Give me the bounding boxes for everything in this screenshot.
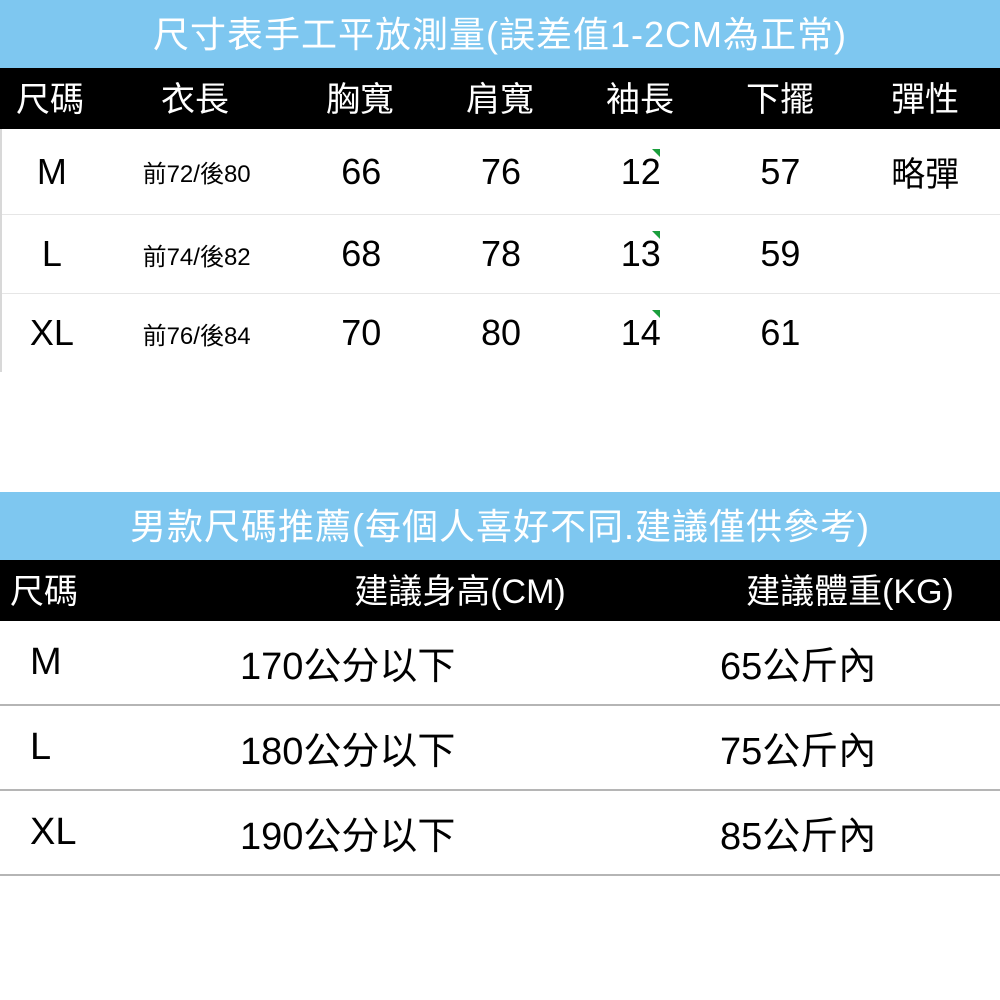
cell-weight: 65公斤內 <box>700 635 1000 690</box>
cell-shoulder: 80 <box>431 312 571 354</box>
rec-table-title: 男款尺碼推薦(每個人喜好不同.建議僅供參考) <box>0 492 1000 560</box>
cell-size: XL <box>0 811 220 854</box>
size-table-title: 尺寸表手工平放測量(誤差值1-2CM為正常) <box>0 0 1000 68</box>
cell-hem: 57 <box>711 151 851 193</box>
size-table-header: 尺碼 衣長 胸寬 肩寬 袖長 下擺 彈性 <box>0 68 1000 129</box>
cell-weight: 85公斤內 <box>700 805 1000 860</box>
col-header: 袖長 <box>570 72 710 121</box>
cell-shoulder: 78 <box>431 233 571 275</box>
col-header: 胸寬 <box>290 72 430 121</box>
col-header: 彈性 <box>850 72 1000 121</box>
col-header: 衣長 <box>100 72 290 121</box>
cell-height: 180公分以下 <box>220 720 700 775</box>
rec-table-header: 尺碼 建議身高(CM) 建議體重(KG) <box>0 560 1000 621</box>
table-row: XL 190公分以下 85公斤內 <box>0 791 1000 876</box>
cell-chest: 68 <box>291 233 431 275</box>
col-header: 建議體重(KG) <box>700 564 1000 613</box>
table-row: L 180公分以下 75公斤內 <box>0 706 1000 791</box>
cell-hem: 61 <box>711 312 851 354</box>
cell-weight: 75公斤內 <box>700 720 1000 775</box>
col-header: 尺碼 <box>0 564 220 613</box>
col-header: 肩寬 <box>430 72 570 121</box>
cell-length: 前72/後80 <box>102 154 292 189</box>
table-row: M 170公分以下 65公斤內 <box>0 621 1000 706</box>
cell-size: L <box>0 726 220 769</box>
cell-shoulder: 76 <box>431 151 571 193</box>
cell-stretch: 略彈 <box>850 147 1000 196</box>
cell-height: 170公分以下 <box>220 635 700 690</box>
cell-size: M <box>0 641 220 684</box>
cell-size: M <box>2 151 102 193</box>
cell-length: 前76/後84 <box>102 316 292 351</box>
col-header: 下擺 <box>710 72 850 121</box>
cell-sleeve: 13 <box>571 233 711 275</box>
cell-sleeve: 14 <box>571 312 711 354</box>
rec-table-body: M 170公分以下 65公斤內 L 180公分以下 75公斤內 XL 190公分… <box>0 621 1000 876</box>
cell-hem: 59 <box>711 233 851 275</box>
table-row: M 前72/後80 66 76 12 57 略彈 <box>2 129 1000 215</box>
table-row: XL 前76/後84 70 80 14 61 <box>2 294 1000 372</box>
cell-size: L <box>2 233 102 275</box>
cell-length: 前74/後82 <box>102 237 292 272</box>
col-header: 尺碼 <box>0 72 100 121</box>
cell-height: 190公分以下 <box>220 805 700 860</box>
size-table-body: M 前72/後80 66 76 12 57 略彈 L 前74/後82 68 78… <box>0 129 1000 372</box>
table-row: L 前74/後82 68 78 13 59 <box>2 215 1000 294</box>
cell-sleeve: 12 <box>571 151 711 193</box>
cell-chest: 70 <box>291 312 431 354</box>
cell-chest: 66 <box>291 151 431 193</box>
col-header: 建議身高(CM) <box>220 564 700 613</box>
cell-size: XL <box>2 312 102 354</box>
